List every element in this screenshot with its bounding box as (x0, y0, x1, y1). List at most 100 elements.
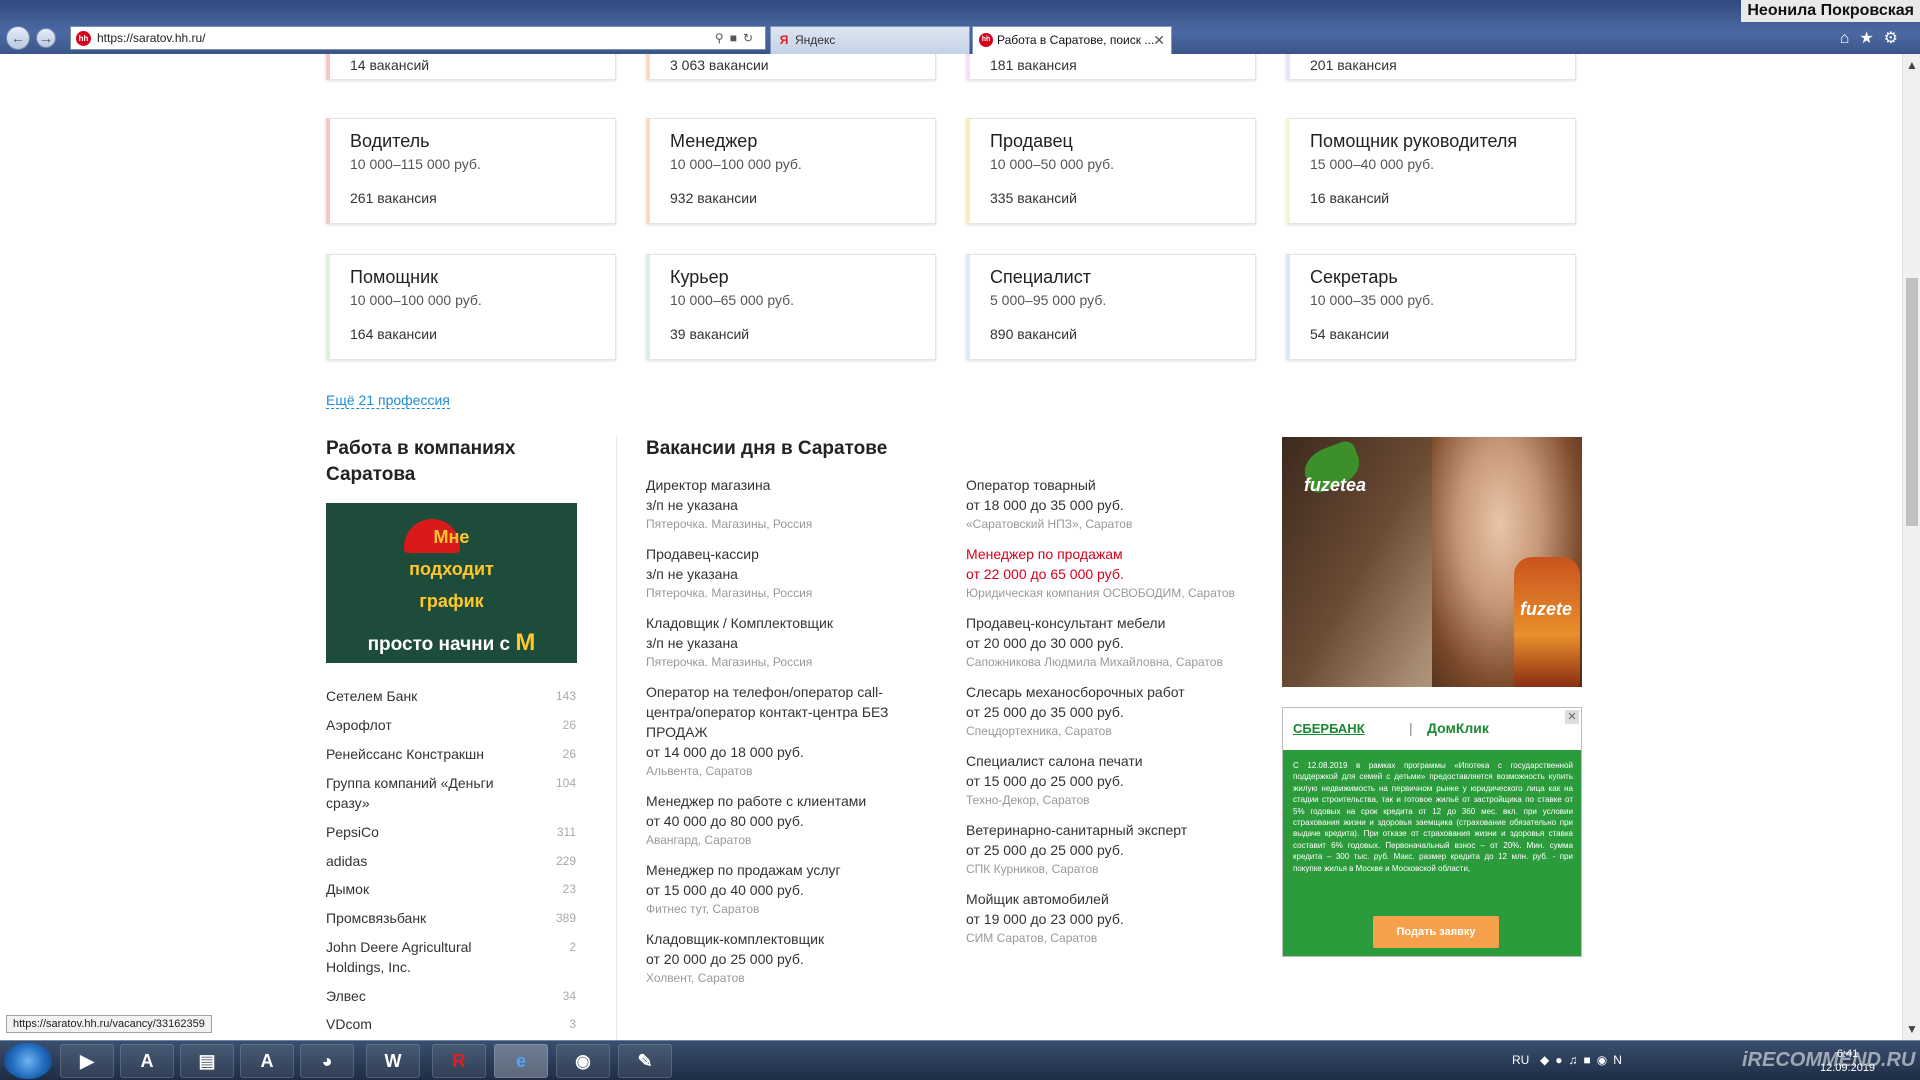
profession-card-assistant[interactable]: Помощник 10 000–100 000 руб. 164 ваканси… (326, 254, 616, 360)
sberbank-ad[interactable]: СБЕРБАНК | ДомКлик ✕ С 12.08.2019 в рамк… (1282, 707, 1582, 957)
shield-icon[interactable]: ◆ (1540, 1053, 1555, 1067)
vacancy-item-highlighted[interactable]: Менеджер по продажам от 22 000 до 65 000… (966, 544, 1256, 602)
taskbar-app-control[interactable]: ✎ (618, 1044, 672, 1078)
company-name[interactable]: Элвес (326, 988, 366, 1004)
company-link[interactable]: Сетелем Банк 143 (326, 686, 576, 706)
profession-card-secretary[interactable]: Секретарь 10 000–35 000 руб. 54 вакансии (1286, 254, 1576, 360)
company-name[interactable]: Ренейссанс Констракшн (326, 746, 484, 762)
profession-card-seller[interactable]: Продавец 10 000–50 000 руб. 335 вакансий (966, 118, 1256, 224)
company-link[interactable]: VDcom 3 (326, 1014, 576, 1034)
language-indicator[interactable]: RU (1512, 1053, 1529, 1067)
back-button[interactable]: ← (6, 26, 30, 50)
info-icon[interactable]: ◉ (1597, 1053, 1613, 1067)
company-link[interactable]: adidas 229 (326, 851, 576, 871)
company-name[interactable]: Сетелем Банк (326, 688, 417, 704)
printer-icon[interactable]: ■ (1583, 1053, 1596, 1067)
vacancy-item[interactable]: Специалист салона печати от 15 000 до 25… (966, 751, 1256, 809)
vacancy-name[interactable]: Директор магазина (646, 475, 936, 495)
lock-icon[interactable]: ■ (730, 31, 743, 45)
taskbar-app-acrobat[interactable]: A (120, 1044, 174, 1078)
company-link[interactable]: Аэрофлот 26 (326, 715, 576, 735)
profession-card[interactable]: 201 вакансия (1286, 54, 1576, 80)
company-name[interactable]: Группа компаний «Деньги сразу» (326, 773, 506, 813)
taskbar-app-internet-explorer[interactable]: e (494, 1044, 548, 1078)
vacancy-name[interactable]: Специалист салона печати (966, 751, 1256, 771)
more-professions-link[interactable]: Ещё 21 профессия (326, 392, 450, 409)
scroll-thumb[interactable] (1906, 278, 1918, 526)
address-tools[interactable]: ⚲■↻ (715, 27, 759, 49)
taskbar-app-picasa[interactable]: ◕ (300, 1044, 354, 1078)
taskbar-app-chrome[interactable]: ◉ (556, 1044, 610, 1078)
company-name[interactable]: VDcom (326, 1016, 372, 1032)
vacancy-name[interactable]: Продавец-консультант мебели (966, 613, 1256, 633)
company-name[interactable]: PepsiCo (326, 824, 379, 840)
company-link[interactable]: John Deere Agricultural Holdings, Inc. 2 (326, 937, 576, 977)
taskbar-app-r[interactable]: R (432, 1044, 486, 1078)
fuzetea-ad[interactable]: fuzetea fuzete (1282, 437, 1582, 687)
vacancy-item[interactable]: Мойщик автомобилей от 19 000 до 23 000 р… (966, 889, 1256, 947)
vacancy-item[interactable]: Продавец-консультант мебели от 20 000 до… (966, 613, 1256, 671)
vacancy-item[interactable]: Оператор товарный от 18 000 до 35 000 ру… (966, 475, 1256, 533)
taskbar-app-explorer[interactable]: ▤ (180, 1044, 234, 1078)
favorites-star-icon[interactable]: ★ (1859, 30, 1883, 47)
tab-yandex[interactable]: Я Яндекс (770, 26, 970, 54)
close-tab-icon[interactable]: ✕ (1153, 27, 1165, 53)
company-link[interactable]: PepsiCo 311 (326, 822, 576, 842)
vacancy-name[interactable]: Кладовщик / Комплектовщик (646, 613, 936, 633)
profession-card[interactable]: 3 063 вакансии (646, 54, 936, 80)
profession-card-courier[interactable]: Курьер 10 000–65 000 руб. 39 вакансий (646, 254, 936, 360)
profession-card-specialist[interactable]: Специалист 5 000–95 000 руб. 890 ваканси… (966, 254, 1256, 360)
taskbar-app-spreadsheet[interactable]: A (240, 1044, 294, 1078)
company-name[interactable]: Аэрофлот (326, 717, 392, 733)
vacancy-name[interactable]: Менеджер по продажам (966, 544, 1256, 564)
tab-hh[interactable]: hh Работа в Саратове, поиск ... ✕ (972, 26, 1172, 54)
home-icon[interactable]: ⌂ (1840, 30, 1860, 47)
company-name[interactable]: Дымок (326, 881, 369, 897)
company-name[interactable]: John Deere Agricultural Holdings, Inc. (326, 937, 506, 977)
onenote-icon[interactable]: N (1613, 1053, 1628, 1067)
start-button[interactable] (4, 1043, 52, 1079)
vacancy-item[interactable]: Менеджер по работе с клиентами от 40 000… (646, 791, 936, 849)
gear-icon[interactable]: ⚙ (1884, 30, 1908, 47)
vacancy-name[interactable]: Менеджер по продажам услуг (646, 860, 936, 880)
vacancy-item[interactable]: Ветеринарно-санитарный эксперт от 25 000… (966, 820, 1256, 878)
company-link[interactable]: Элвес 34 (326, 986, 576, 1006)
scroll-down-icon[interactable]: ▼ (1906, 1022, 1918, 1036)
vacancy-item[interactable]: Слесарь механосборочных работ от 25 000 … (966, 682, 1256, 740)
vacancy-name[interactable]: Продавец-кассир (646, 544, 936, 564)
vacancy-item[interactable]: Кладовщик / Комплектовщик з/п не указана… (646, 613, 936, 671)
vacancy-name[interactable]: Ветеринарно-санитарный эксперт (966, 820, 1256, 840)
network-icon[interactable]: ● (1555, 1053, 1568, 1067)
vertical-scrollbar[interactable]: ▲ ▼ (1902, 54, 1920, 1040)
forward-button[interactable]: → (36, 28, 56, 48)
profession-card-driver[interactable]: Водитель 10 000–115 000 руб. 261 ваканси… (326, 118, 616, 224)
company-link[interactable]: Дымок 23 (326, 879, 576, 899)
system-clock[interactable]: 6:41 12.09.2019 (1820, 1047, 1875, 1075)
company-link[interactable]: Ренейссанс Констракшн 26 (326, 744, 576, 764)
refresh-icon[interactable]: ↻ (743, 31, 759, 45)
vacancy-item[interactable]: Кладовщик-комплектовщик от 20 000 до 25 … (646, 929, 936, 987)
address-bar[interactable]: hh https://saratov.hh.ru/ ⚲■↻ (70, 26, 766, 50)
mcdonalds-banner[interactable]: Мне подходит график просто начни с M (326, 503, 577, 663)
vacancy-name[interactable]: Мойщик автомобилей (966, 889, 1256, 909)
company-name[interactable]: Промсвязьбанк (326, 910, 426, 926)
vacancy-item[interactable]: Менеджер по продажам услуг от 15 000 до … (646, 860, 936, 918)
vacancy-name[interactable]: Оператор на телефон/оператор call-центра… (646, 682, 906, 742)
scroll-up-icon[interactable]: ▲ (1906, 58, 1918, 72)
address-url[interactable]: https://saratov.hh.ru/ (97, 31, 206, 45)
company-link[interactable]: Группа компаний «Деньги сразу» 104 (326, 773, 576, 813)
profession-card-assistant-manager[interactable]: Помощник руководителя 15 000–40 000 руб.… (1286, 118, 1576, 224)
vacancy-name[interactable]: Кладовщик-комплектовщик (646, 929, 936, 949)
profession-card[interactable]: 181 вакансия (966, 54, 1256, 80)
volume-icon[interactable]: ♫ (1568, 1053, 1583, 1067)
vacancy-name[interactable]: Слесарь механосборочных работ (966, 682, 1256, 702)
taskbar-app-word[interactable]: W (366, 1044, 420, 1078)
vacancy-item[interactable]: Директор магазина з/п не указана Пятероч… (646, 475, 936, 533)
apply-button[interactable]: Подать заявку (1373, 916, 1499, 948)
vacancy-item[interactable]: Продавец-кассир з/п не указана Пятерочка… (646, 544, 936, 602)
profession-card-manager[interactable]: Менеджер 10 000–100 000 руб. 932 ваканси… (646, 118, 936, 224)
vacancy-name[interactable]: Менеджер по работе с клиентами (646, 791, 936, 811)
vacancy-item[interactable]: Оператор на телефон/оператор call-центра… (646, 682, 906, 780)
search-icon[interactable]: ⚲ (715, 31, 730, 45)
vacancy-name[interactable]: Оператор товарный (966, 475, 1256, 495)
